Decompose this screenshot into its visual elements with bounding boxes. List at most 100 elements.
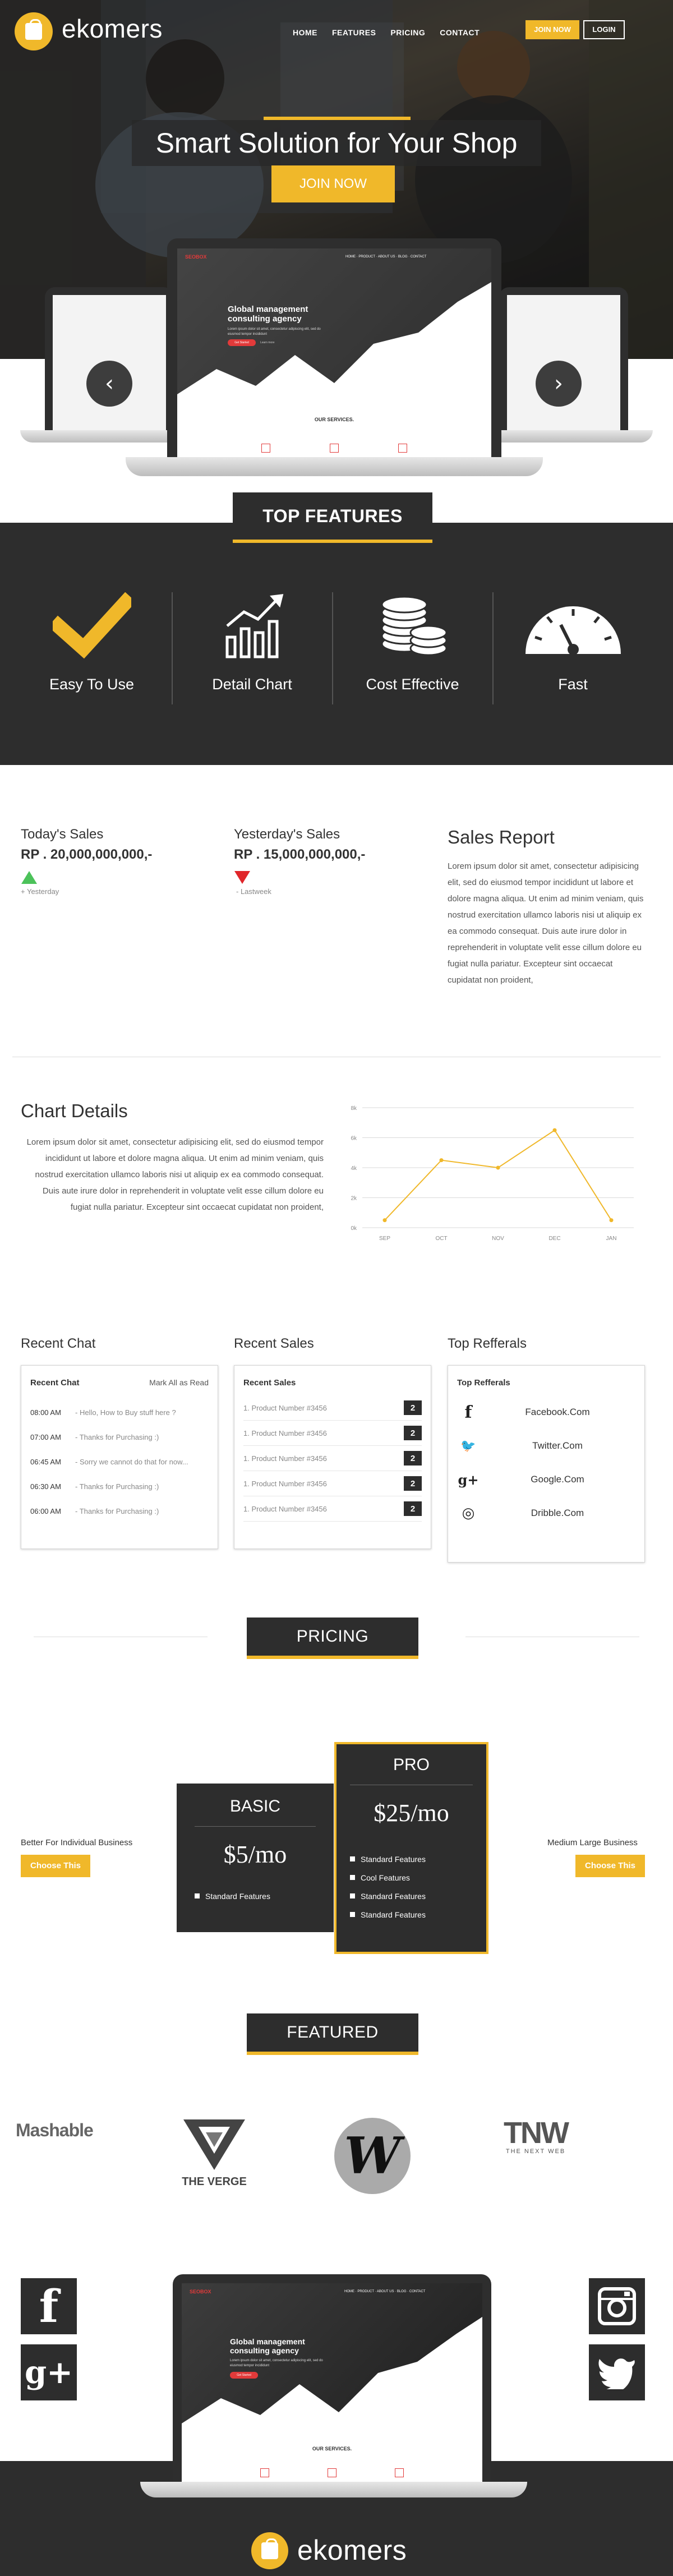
footer-logo-bag-icon[interactable] [251, 2532, 288, 2569]
footer-laptop-base [140, 2482, 527, 2497]
featured-title: FEATURED [247, 2013, 418, 2052]
features-title-underline [233, 540, 432, 543]
footer-logo-text[interactable]: ekomers [297, 2534, 407, 2566]
plan-feature: Standard Features [195, 1887, 316, 1905]
mockup-menu: HOME · PRODUCT · ABOUT US · BLOG · CONTA… [344, 2290, 426, 2293]
twitter-icon[interactable] [589, 2344, 645, 2400]
pro-plan-note: Medium Large Business [547, 1838, 638, 1847]
yesterday-sales-value: RP . 15,000,000,000,- [234, 847, 366, 862]
feature-label: Cost Effective [366, 676, 459, 693]
pricing-title: PRICING [247, 1618, 418, 1656]
pro-plan-card: PRO $25/mo Standard Features Cool Featur… [334, 1742, 488, 1954]
referrals-card-title: Top Refferals [457, 1378, 510, 1388]
basic-plan-features: Standard Features [195, 1887, 316, 1905]
w-logo[interactable]: W [334, 2118, 411, 2194]
chat-row[interactable]: 06:00 AM - Thanks for Purchasing :) [30, 1499, 209, 1523]
carousel-prev-icon[interactable]: ‹ [86, 361, 132, 407]
sale-row[interactable]: 1. Product Number #3456 2 [243, 1395, 422, 1421]
quantity-badge: 2 [404, 1426, 422, 1440]
nav-join-button[interactable]: JOIN NOW [526, 20, 579, 39]
referral-row[interactable]: f Facebook.Com [457, 1395, 635, 1429]
chart-x-tick-label: DEC [548, 1236, 560, 1242]
mockup-service-icon [260, 2468, 269, 2477]
chart-y-tick-label: 0k [351, 1225, 357, 1232]
referral-row[interactable]: g+ Google.Com [457, 1463, 635, 1496]
checkmark-icon [48, 592, 136, 659]
mockup-service-icon [395, 2468, 404, 2477]
mockup-service-icon [330, 444, 339, 453]
chart-point [496, 1165, 500, 1170]
yesterday-sales-note: - Lastweek [236, 887, 271, 896]
mockup-service-icon [261, 444, 270, 453]
plan-divider [195, 1826, 316, 1827]
twitter-icon: 🐦 [460, 1439, 476, 1453]
mockup-cta: Get Started [228, 339, 256, 346]
sales-report-title: Sales Report [448, 827, 555, 847]
line-chart: 0k 2k 4k 6k 8k SEP OCT NOV DEC JAN [351, 1105, 634, 1242]
tnw-logo[interactable]: TNW THE NEXT WEB [494, 2118, 578, 2155]
the-verge-logo[interactable]: THE VERGE [175, 2117, 253, 2190]
choose-pro-button[interactable]: Choose This [575, 1855, 645, 1877]
google-plus-icon[interactable]: g+ [21, 2344, 77, 2400]
mockup-cta-secondary: Learn more [260, 341, 275, 344]
quantity-badge: 2 [404, 1476, 422, 1491]
mockup-brand: SEOBOX [190, 2289, 211, 2294]
main-laptop-screen: SEOBOX HOME · PRODUCT · ABOUT US · BLOG … [177, 248, 491, 457]
chart-x-tick-label: NOV [492, 1236, 504, 1242]
features-title: TOP FEATURES [233, 492, 432, 540]
chat-row[interactable]: 08:00 AM - Hello, How to Buy stuff here ? [30, 1400, 209, 1425]
instagram-icon[interactable] [589, 2278, 645, 2334]
sale-row[interactable]: 1. Product Number #3456 2 [243, 1421, 422, 1446]
chart-point [609, 1218, 614, 1223]
pricing-title-underline [247, 1656, 418, 1659]
chart-x-tick-label: OCT [435, 1236, 447, 1242]
quantity-badge: 2 [404, 1451, 422, 1466]
hero-title-band: Smart Solution for Your Shop [132, 120, 541, 166]
referral-row[interactable]: 🐦 Twitter.Com [457, 1429, 635, 1463]
feature-chart: Detail Chart [172, 592, 332, 693]
carousel-next-icon[interactable]: › [536, 361, 582, 407]
basic-plan-name: BASIC [229, 1797, 281, 1815]
mashable-logo[interactable]: Mashable [16, 2120, 94, 2141]
speedometer-icon [525, 606, 621, 655]
mockup-subtext: Lorem ipsum dolor sit amet, consectetur … [228, 328, 321, 336]
footer-laptop: SEOBOX HOME · PRODUCT · ABOUT US · BLOG … [173, 2274, 491, 2482]
logo-text[interactable]: ekomers [62, 13, 163, 44]
plan-feature: Cool Features [350, 1868, 473, 1887]
plan-feature: Standard Features [350, 1887, 473, 1905]
nav-features[interactable]: FEATURES [332, 28, 376, 37]
nav-contact[interactable]: CONTACT [440, 28, 480, 37]
sale-row[interactable]: 1. Product Number #3456 2 [243, 1446, 422, 1471]
featured-title-underline [247, 2052, 418, 2055]
chat-row[interactable]: 07:00 AM - Thanks for Purchasing :) [30, 1425, 209, 1449]
mockup-cta: Get Started [230, 2372, 258, 2379]
google-plus-icon: g+ [458, 1471, 479, 1488]
bar-chart-icon [225, 594, 283, 658]
chat-row[interactable]: 06:45 AM - Sorry we cannot do that for no… [30, 1449, 209, 1474]
facebook-icon[interactable]: f [21, 2278, 77, 2334]
referral-row[interactable]: ◎ Dribble.Com [457, 1496, 635, 1530]
mockup-services-title: OUR SERVICES. [312, 2446, 352, 2451]
logo-bag-icon[interactable] [15, 12, 53, 50]
chart-y-tick-label: 4k [351, 1165, 357, 1172]
chart-details-text: Lorem ipsum dolor sit amet, consectetur … [26, 1137, 324, 1212]
sale-row[interactable]: 1. Product Number #3456 2 [243, 1471, 422, 1496]
recent-chat-card: Recent Chat Mark All as Read 08:00 AM - H… [21, 1365, 218, 1549]
mockup-services-title: OUR SERVICES. [314, 417, 354, 422]
sale-row[interactable]: 1. Product Number #3456 2 [243, 1496, 422, 1522]
plan-feature: Standard Features [350, 1905, 473, 1924]
plan-feature: Standard Features [350, 1850, 473, 1868]
nav-pricing[interactable]: PRICING [390, 28, 425, 37]
arrow-up-icon [21, 871, 37, 884]
hero-join-button[interactable]: JOIN NOW [271, 165, 395, 202]
quantity-badge: 2 [404, 1400, 422, 1415]
sales-report-text: Lorem ipsum dolor sit amet, consectetur … [448, 861, 644, 985]
feature-label: Fast [558, 676, 588, 693]
main-laptop: SEOBOX HOME · PRODUCT · ABOUT US · BLOG … [167, 238, 501, 457]
nav-login-button[interactable]: LOGIN [583, 20, 625, 39]
mockup-service-icon [328, 2468, 336, 2477]
chat-row[interactable]: 06:30 AM - Thanks for Purchasing :) [30, 1474, 209, 1499]
nav-home[interactable]: HOME [293, 28, 317, 37]
choose-basic-button[interactable]: Choose This [21, 1855, 90, 1877]
mark-all-read-link[interactable]: Mark All as Read [149, 1378, 209, 1388]
